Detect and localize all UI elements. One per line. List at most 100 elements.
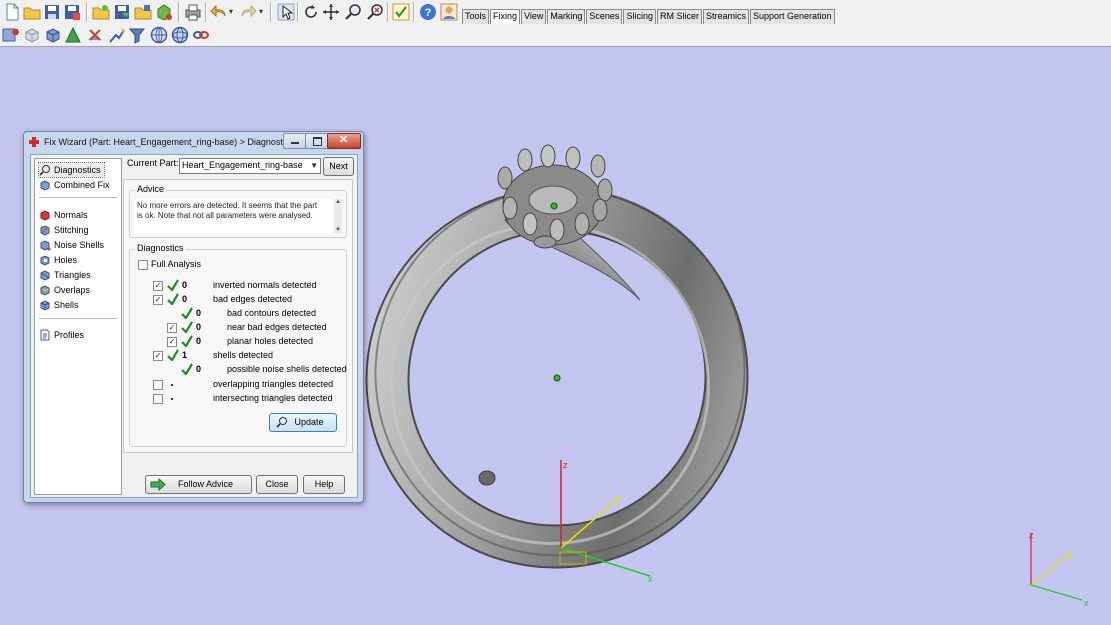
print-icon[interactable]: [184, 3, 202, 21]
part-cube-icon[interactable]: [23, 26, 41, 44]
filter-shells-icon[interactable]: [128, 26, 146, 44]
sphere-grid-icon[interactable]: [171, 26, 189, 44]
row-checkbox[interactable]: ✓: [153, 295, 163, 305]
ring-model[interactable]: [308, 121, 811, 623]
zoom-icon[interactable]: [344, 3, 362, 21]
assistant-icon[interactable]: [440, 3, 458, 21]
dialog-title-bar[interactable]: Fix Wizard (Part: Heart_Engagement_ring-…: [24, 132, 363, 154]
current-part-select[interactable]: Heart_Engagement_ring-base ▼: [179, 158, 321, 174]
maximize-button[interactable]: [305, 133, 329, 149]
diagnostics-title: Diagnostics: [135, 243, 186, 253]
ribbon-tabs: Tools Fixing View Marking Scenes Slicing…: [462, 9, 836, 25]
nav-item-overlaps[interactable]: Overlaps: [39, 283, 90, 297]
close-button[interactable]: Close: [256, 475, 298, 494]
shells-cube-icon[interactable]: [44, 26, 62, 44]
redo-icon[interactable]: [239, 3, 257, 21]
full-analysis-checkbox[interactable]: [138, 260, 148, 270]
part-axis-x-label: x: [648, 574, 653, 584]
close-window-button[interactable]: ✕: [327, 133, 361, 149]
update-button[interactable]: Update: [269, 413, 337, 432]
scroll-up-icon[interactable]: ▲: [335, 199, 341, 205]
select-pointer-icon[interactable]: [277, 3, 295, 21]
open-folder-icon[interactable]: [23, 3, 41, 21]
follow-advice-label: Follow Advice: [177, 479, 234, 489]
nav-item-noise-shells[interactable]: Noise Shells: [39, 238, 104, 252]
tab-support-generation[interactable]: Support Generation: [749, 9, 835, 24]
fixing-toolbar: [0, 24, 1111, 47]
ok-check-icon: [181, 307, 193, 319]
open-project-icon[interactable]: [92, 3, 110, 21]
row-checkbox[interactable]: [153, 394, 163, 404]
tab-view[interactable]: View: [521, 9, 547, 24]
overlaps-cube-icon: [40, 285, 50, 296]
redo-dropdown-icon[interactable]: ▾: [259, 7, 263, 16]
rotate-view-icon[interactable]: [302, 3, 320, 21]
tab-tools[interactable]: Tools: [462, 9, 490, 24]
nav-item-label: Shells: [54, 300, 79, 310]
row-checkbox[interactable]: ✓: [167, 337, 177, 347]
fix-wizard-cross-icon: [29, 137, 39, 147]
row-checkbox[interactable]: ✓: [167, 323, 177, 333]
combined-fix-icon: [40, 180, 50, 191]
export-part-icon[interactable]: [155, 3, 173, 21]
nav-item-stitching[interactable]: Stitching: [39, 223, 89, 237]
link-parts-icon[interactable]: [192, 26, 210, 44]
import-part-icon[interactable]: [134, 3, 152, 21]
tab-marking[interactable]: Marking: [547, 9, 586, 24]
nav-divider: [39, 197, 117, 198]
row-checkbox[interactable]: ✓: [153, 281, 163, 291]
row-label: bad edges detected: [213, 294, 293, 304]
stitch-icon[interactable]: [108, 26, 126, 44]
profiles-document-icon: [40, 329, 50, 341]
wrap-part-icon[interactable]: [150, 26, 168, 44]
advice-text-line-2: is ok. Note that not all parameters were…: [137, 211, 313, 220]
nav-item-normals[interactable]: Normals: [39, 208, 88, 222]
new-file-icon[interactable]: [3, 3, 21, 21]
nav-item-diagnostics[interactable]: Diagnostics: [38, 162, 105, 178]
minimize-button[interactable]: [283, 133, 307, 149]
help-icon[interactable]: ?: [419, 3, 437, 21]
nav-item-combined-fix[interactable]: Combined Fix: [39, 178, 110, 192]
triangle-green-icon[interactable]: [64, 26, 82, 44]
dialog-body: Diagnostics Combined Fix Normals Stitchi…: [30, 154, 358, 498]
delete-triangles-icon[interactable]: [86, 26, 104, 44]
row-checkbox[interactable]: ✓: [153, 351, 163, 361]
row-label: possible noise shells detected: [227, 364, 347, 374]
help-button[interactable]: Help: [303, 475, 345, 494]
save-project-icon[interactable]: [113, 3, 131, 21]
undo-icon[interactable]: [210, 3, 228, 21]
stitching-cube-icon: [40, 225, 50, 236]
row-checkbox[interactable]: [153, 380, 163, 390]
row-label: inverted normals detected: [213, 280, 317, 290]
triangles-cube-icon: [40, 270, 50, 281]
toolbar-separator: [86, 2, 88, 22]
undo-dropdown-icon[interactable]: ▾: [229, 7, 233, 16]
nav-item-profiles[interactable]: Profiles: [39, 328, 84, 342]
nav-item-label: Triangles: [54, 270, 91, 280]
follow-advice-button[interactable]: Follow Advice: [145, 475, 252, 494]
save-icon[interactable]: [43, 3, 61, 21]
scroll-down-icon[interactable]: ▼: [335, 227, 341, 233]
magnifier-icon: [276, 417, 287, 428]
advice-scrollbar[interactable]: ▲ ▼: [334, 199, 342, 233]
tab-scenes[interactable]: Scenes: [586, 9, 623, 24]
tab-streamics[interactable]: Streamics: [702, 9, 749, 24]
checklist-icon[interactable]: [392, 3, 410, 21]
fix-wizard-icon[interactable]: [2, 26, 20, 44]
tab-rm-slicer[interactable]: RM Slicer: [656, 9, 702, 24]
zoom-fit-icon[interactable]: [366, 3, 384, 21]
update-label: Update: [294, 417, 324, 427]
nav-item-shells[interactable]: Shells: [39, 298, 79, 312]
row-count: 0: [182, 280, 188, 290]
next-button[interactable]: Next: [323, 157, 354, 176]
nav-item-triangles[interactable]: Triangles: [39, 268, 91, 282]
pan-view-icon[interactable]: [322, 3, 340, 21]
tab-fixing[interactable]: Fixing: [490, 9, 521, 25]
current-part-label: Current Part:: [127, 158, 179, 168]
nav-item-label: Diagnostics: [54, 165, 101, 175]
save-as-icon[interactable]: [63, 3, 81, 21]
fix-wizard-dialog: Fix Wizard (Part: Heart_Engagement_ring-…: [23, 131, 364, 503]
nav-item-holes[interactable]: Holes: [39, 253, 77, 267]
tab-slicing[interactable]: Slicing: [623, 9, 656, 24]
ok-check-icon: [181, 335, 193, 347]
